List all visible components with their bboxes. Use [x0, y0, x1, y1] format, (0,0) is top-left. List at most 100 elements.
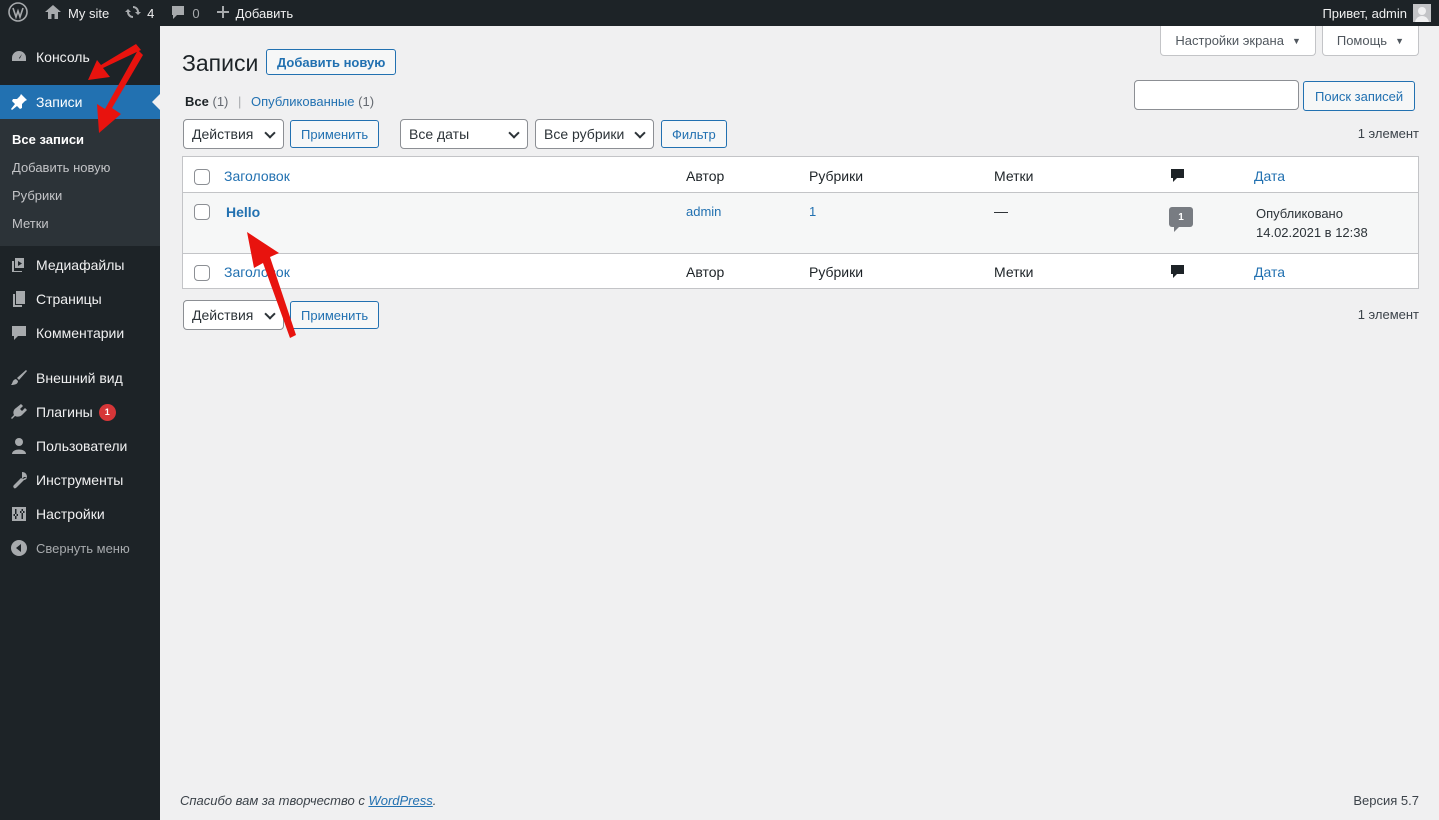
column-tags-footer: Метки [994, 264, 1034, 280]
table-row: Hello admin 1 — 1 Опубликовано 14.02.202… [183, 193, 1418, 253]
comment-count-bubble[interactable]: 1 [1169, 207, 1193, 232]
date-filter-value: Все даты [409, 126, 470, 142]
post-status: Опубликовано [1256, 206, 1343, 221]
comment-column-icon[interactable] [1170, 168, 1185, 186]
post-author-link[interactable]: admin [686, 204, 721, 219]
comments-count: 0 [192, 5, 200, 21]
bulk-actions-select-bottom[interactable]: Действия [183, 300, 284, 330]
chevron-down-icon [634, 127, 646, 139]
post-category-link[interactable]: 1 [809, 204, 816, 219]
dashboard-icon [10, 48, 28, 66]
column-title-footer[interactable]: Заголовок [224, 264, 290, 280]
category-filter-select[interactable]: Все рубрики [535, 119, 654, 149]
wrench-icon [10, 471, 28, 489]
apply-button-top[interactable]: Применить [290, 120, 380, 148]
row-checkbox[interactable] [194, 204, 210, 220]
sidebar-item-media[interactable]: Медиафайлы [0, 248, 160, 282]
admin-bar: My site 4 0 Добавить Привет, admin [0, 0, 1439, 26]
add-new-label: Добавить [235, 5, 294, 21]
comment-bubble-icon [170, 4, 186, 23]
column-date-header[interactable]: Дата [1254, 168, 1285, 184]
help-label: Помощь [1336, 33, 1388, 48]
sidebar-item-label: Консоль [36, 49, 90, 65]
updates-icon [125, 4, 142, 23]
filter-published-count: (1) [358, 94, 375, 109]
comment-column-icon[interactable] [1170, 264, 1185, 282]
sidebar-item-label: Страницы [36, 291, 102, 307]
comments-link[interactable]: 0 [162, 0, 207, 26]
column-author-footer: Автор [686, 264, 725, 280]
admin-sidebar: Консоль Записи Все записи Добавить новую… [0, 26, 160, 820]
plugins-update-badge: 1 [98, 403, 116, 421]
settings-icon [10, 505, 28, 523]
submenu-tags[interactable]: Метки [0, 210, 160, 238]
posts-submenu: Все записи Добавить новую Рубрики Метки [0, 119, 160, 246]
search-input[interactable] [1134, 80, 1299, 110]
sidebar-item-plugins[interactable]: Плагины 1 [0, 395, 160, 429]
submenu-all-posts[interactable]: Все записи [0, 126, 160, 154]
pin-icon [10, 93, 28, 111]
sidebar-item-posts[interactable]: Записи [0, 85, 160, 119]
filter-all-link[interactable]: Все [185, 94, 209, 109]
screen-meta-links: Настройки экрана ▼ Помощь ▼ [1160, 26, 1419, 56]
sidebar-item-tools[interactable]: Инструменты [0, 463, 160, 497]
sidebar-item-label: Медиафайлы [36, 257, 125, 273]
collapse-menu-label: Свернуть меню [36, 540, 130, 556]
greeting: Привет, admin [1322, 5, 1407, 21]
filter-published-link[interactable]: Опубликованные [251, 94, 355, 109]
collapse-menu-button[interactable]: Свернуть меню [0, 531, 160, 565]
add-new-post-button[interactable]: Добавить новую [266, 49, 397, 75]
select-all-checkbox-bottom[interactable] [194, 265, 210, 281]
main-content: Настройки экрана ▼ Помощь ▼ Записи Добав… [160, 26, 1439, 820]
bulk-actions-value: Действия [192, 307, 254, 323]
bulk-actions-value: Действия [192, 126, 254, 142]
apply-button-bottom[interactable]: Применить [290, 301, 380, 329]
sidebar-item-label: Комментарии [36, 325, 125, 341]
wordpress-logo-button[interactable] [0, 0, 36, 26]
updates-count: 4 [147, 5, 155, 21]
post-title-link[interactable]: Hello [226, 204, 260, 220]
select-all-checkbox[interactable] [194, 169, 210, 185]
wordpress-link[interactable]: WordPress [368, 793, 432, 808]
filter-button[interactable]: Фильтр [661, 120, 727, 148]
comment-count: 1 [1178, 211, 1184, 223]
user-icon [10, 437, 28, 455]
submenu-categories[interactable]: Рубрики [0, 182, 160, 210]
sidebar-item-dashboard[interactable]: Консоль [0, 40, 160, 74]
category-filter-value: Все рубрики [544, 126, 625, 142]
plugin-icon [10, 403, 28, 421]
sidebar-item-label: Настройки [36, 506, 105, 522]
comment-icon [10, 324, 28, 342]
column-categories-footer: Рубрики [809, 264, 864, 280]
plus-icon [216, 5, 230, 22]
filter-separator: | [238, 94, 242, 109]
bulk-actions-select-top[interactable]: Действия [183, 119, 284, 149]
column-date-footer[interactable]: Дата [1254, 264, 1285, 280]
sidebar-item-label: Внешний вид [36, 370, 123, 386]
post-date: Опубликовано 14.02.2021 в 12:38 [1256, 204, 1368, 242]
chevron-down-icon [264, 127, 276, 139]
submenu-add-new[interactable]: Добавить новую [0, 154, 160, 182]
sidebar-item-appearance[interactable]: Внешний вид [0, 361, 160, 395]
collapse-arrow-icon [10, 539, 28, 557]
triangle-down-icon: ▼ [1291, 35, 1301, 46]
date-filter-select[interactable]: Все даты [400, 119, 528, 149]
sidebar-item-comments[interactable]: Комментарии [0, 316, 160, 350]
screen-options-button[interactable]: Настройки экрана ▼ [1160, 26, 1316, 56]
column-title-header[interactable]: Заголовок [224, 168, 290, 184]
posts-table: Заголовок Автор Рубрики Метки Дата Hello… [182, 156, 1419, 289]
sidebar-item-pages[interactable]: Страницы [0, 282, 160, 316]
my-account-link[interactable]: Привет, admin [1322, 4, 1439, 22]
help-button[interactable]: Помощь ▼ [1321, 26, 1419, 56]
sidebar-item-users[interactable]: Пользователи [0, 429, 160, 463]
sidebar-item-label: Записи [36, 94, 83, 110]
home-icon [44, 4, 62, 23]
wordpress-logo-icon [8, 1, 28, 25]
site-name-link[interactable]: My site [36, 0, 117, 26]
page-title: Записи [182, 50, 259, 76]
updates-link[interactable]: 4 [117, 0, 162, 26]
sidebar-item-settings[interactable]: Настройки [0, 497, 160, 531]
add-new-link[interactable]: Добавить [208, 0, 301, 26]
search-posts-button[interactable]: Поиск записей [1303, 81, 1416, 111]
avatar [1413, 4, 1431, 22]
